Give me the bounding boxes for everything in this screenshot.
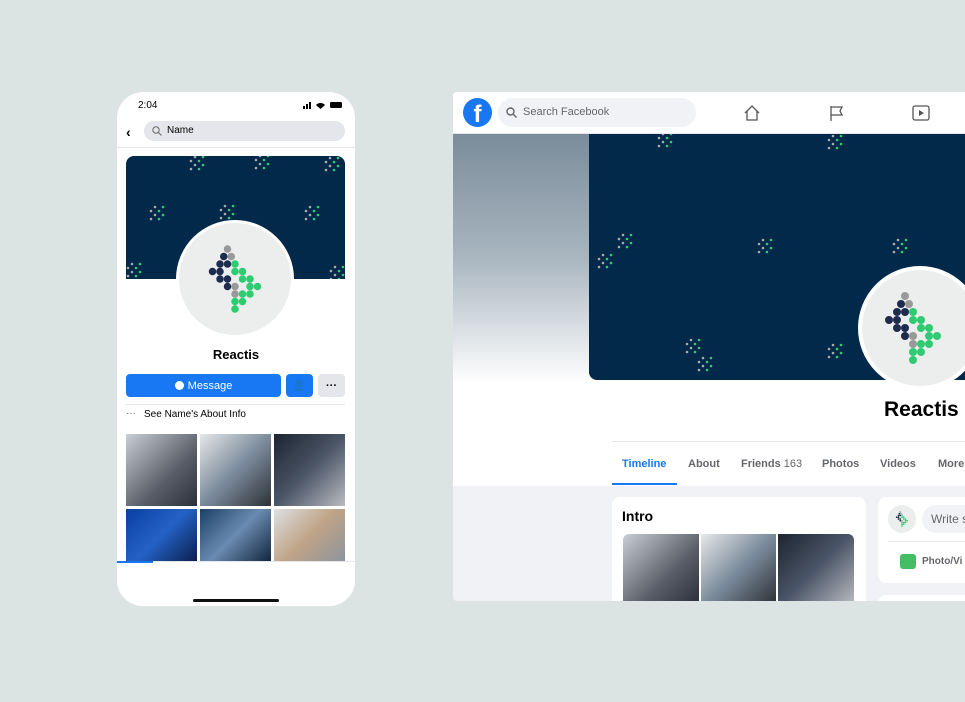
intro-title: Intro xyxy=(622,508,654,524)
video-icon[interactable] xyxy=(912,104,930,122)
photo-video-button[interactable]: Photo/Vi xyxy=(922,556,962,567)
search-placeholder: Search Facebook xyxy=(523,106,610,118)
active-tab-underline xyxy=(612,483,677,485)
profile-name: Reactis xyxy=(212,347,260,362)
messenger-icon xyxy=(174,381,184,390)
tab-about[interactable]: About xyxy=(688,458,720,470)
photo-thumb[interactable] xyxy=(778,534,854,601)
photo-thumb[interactable] xyxy=(200,434,271,506)
search-value: Name xyxy=(167,125,194,136)
cover-blur xyxy=(453,134,589,384)
search-input[interactable]: Search Facebook xyxy=(498,98,696,127)
reactis-logo xyxy=(208,245,262,313)
photo-thumb[interactable] xyxy=(126,434,197,506)
top-bar: f Search Facebook xyxy=(453,92,965,134)
message-label: Message xyxy=(187,379,233,392)
reactis-logo xyxy=(885,292,941,364)
search-icon xyxy=(506,107,517,118)
intro-card: Intro xyxy=(612,497,866,601)
tab-label: Friends xyxy=(741,458,781,470)
dots-icon: ··· xyxy=(126,408,136,419)
message-button[interactable]: Message xyxy=(126,374,281,397)
next-card xyxy=(878,595,965,601)
tab-more[interactable]: More xyxy=(938,458,964,470)
desktop-browser-mockup: f Search Facebook Reactis Timeline About… xyxy=(453,92,965,601)
friend-icon: 👤 xyxy=(292,380,307,392)
photo-thumb[interactable] xyxy=(623,534,699,601)
tab-videos[interactable]: Videos xyxy=(880,458,916,470)
tab-timeline[interactable]: Timeline xyxy=(622,458,666,470)
composer-input[interactable]: Write s xyxy=(922,505,965,533)
composer-placeholder: Write s xyxy=(931,512,965,526)
divider xyxy=(126,404,345,405)
divider xyxy=(612,441,965,442)
photo-video-icon xyxy=(900,554,916,569)
photo-thumb[interactable] xyxy=(701,534,776,601)
friends-count: 163 xyxy=(783,458,803,470)
photo-thumb[interactable] xyxy=(126,509,197,561)
home-indicator xyxy=(193,599,279,602)
facebook-logo[interactable]: f xyxy=(463,98,492,127)
more-button[interactable]: ··· xyxy=(318,374,345,397)
divider xyxy=(117,147,355,148)
status-icons xyxy=(303,102,342,109)
active-indicator xyxy=(117,561,153,563)
add-friend-button[interactable]: 👤 xyxy=(286,374,313,397)
photo-thumb[interactable] xyxy=(200,509,271,561)
back-icon[interactable]: ‹ xyxy=(126,124,131,140)
search-icon xyxy=(152,126,162,136)
flag-icon[interactable] xyxy=(828,104,846,122)
profile-name: Reactis xyxy=(884,398,959,421)
reactis-logo xyxy=(895,511,909,527)
photo-thumb[interactable] xyxy=(274,434,345,506)
profile-avatar[interactable] xyxy=(176,220,294,338)
status-time: 2:04 xyxy=(138,100,158,111)
search-input[interactable]: Name xyxy=(144,121,345,141)
composer-avatar xyxy=(888,505,916,533)
about-info-link[interactable]: See Name's About Info xyxy=(144,409,246,420)
divider xyxy=(888,541,965,542)
mobile-phone-mockup: 2:04 ‹ Name Reactis Message 👤 ··· ··· Se… xyxy=(117,92,355,606)
photo-thumb[interactable] xyxy=(274,509,345,561)
tab-photos[interactable]: Photos xyxy=(822,458,859,470)
composer-card: Write s Photo/Vi xyxy=(878,497,965,583)
home-icon[interactable] xyxy=(743,104,761,122)
tab-friends[interactable]: Friends 163 xyxy=(741,458,802,470)
